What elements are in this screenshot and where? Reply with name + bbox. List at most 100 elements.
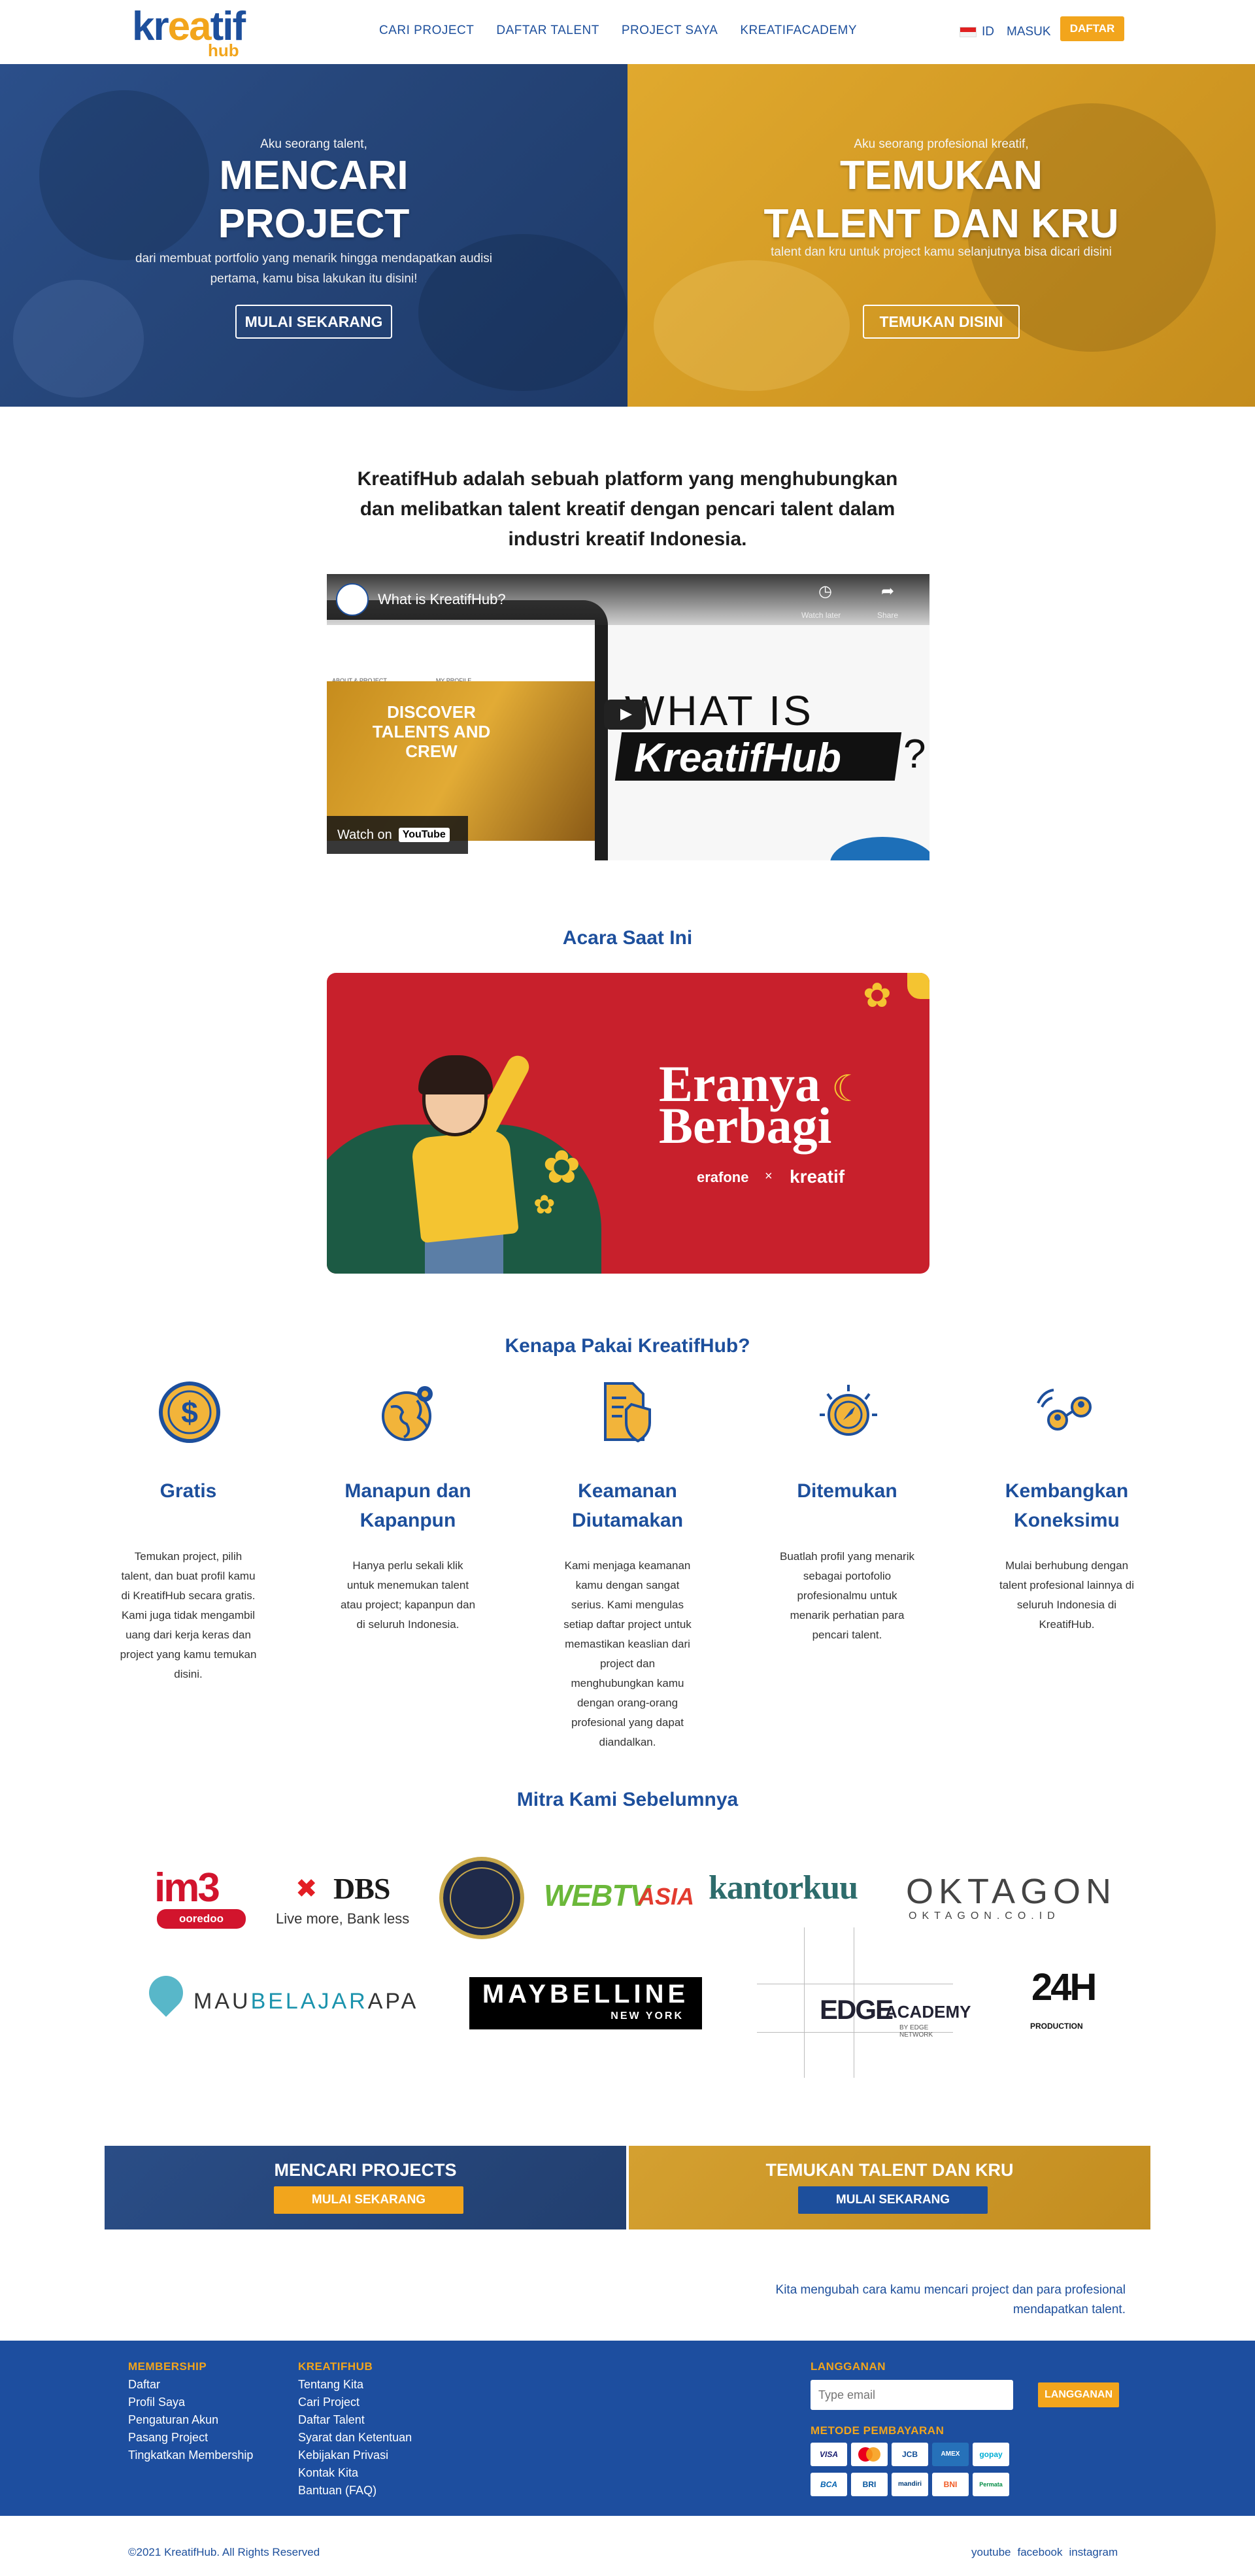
kreatifhub-logo[interactable]: kreatif hub xyxy=(131,5,246,59)
nav-cari-project[interactable]: CARI PROJECT xyxy=(379,24,474,38)
tagline: Kita mengubah cara kamu mencari project … xyxy=(775,2283,1126,2316)
footer-link-profil-saya[interactable]: Profil Saya xyxy=(128,2394,253,2411)
visa-icon: VISA xyxy=(811,2443,847,2466)
hero-right-pre: Aku seorang profesional kreatif, xyxy=(854,137,1029,151)
footer-link-daftar-talent[interactable]: Daftar Talent xyxy=(298,2411,412,2429)
hero-left-desc: dari membuat portfolio yang menarik hing… xyxy=(135,252,493,286)
events-heading: Acara Saat Ini xyxy=(562,927,693,949)
secure-document-icon xyxy=(604,1382,651,1443)
play-icon[interactable] xyxy=(604,700,646,730)
youtube-link[interactable]: youtube xyxy=(971,2546,1011,2559)
partner-logo-dbs: DBS xyxy=(333,1872,390,1905)
start-now-button[interactable]: MULAI SEKARANG xyxy=(235,305,392,339)
location-pin-icon xyxy=(142,1969,190,2017)
decorative-shape xyxy=(907,973,929,999)
cta-find-talent: TEMUKAN TALENT DAN KRU MULAI SEKARANG xyxy=(629,2146,1150,2229)
why-heading: Kenapa Pakai KreatifHub? xyxy=(505,1335,750,1357)
video-brand: KreatifHub xyxy=(634,736,841,781)
hero: Aku seorang talent, MENCARI PROJECT dari… xyxy=(0,64,1255,407)
footer-link-kontak-kita[interactable]: Kontak Kita xyxy=(298,2464,412,2482)
partner-logo-oktagon: OKTAGON xyxy=(906,1872,1117,1911)
language-switcher[interactable]: ID xyxy=(960,25,994,39)
feature-title: Keamanan Diutamakan xyxy=(571,1480,684,1531)
footer-link-pengaturan-akun[interactable]: Pengaturan Akun xyxy=(128,2411,253,2429)
subscribe-button[interactable]: LANGGANAN xyxy=(1038,2382,1119,2407)
footer-link-syarat[interactable]: Syarat dan Ketentuan xyxy=(298,2429,412,2447)
youtube-logo-icon: YouTube xyxy=(398,828,450,842)
partner-logo-im3: im3 xyxy=(154,1865,220,1910)
social-links: youtube facebook instagram xyxy=(971,2546,1118,2559)
flower-icon: ✿ xyxy=(863,977,892,1015)
footer-link-tingkatkan-membership[interactable]: Tingkatkan Membership xyxy=(128,2447,253,2464)
facebook-link[interactable]: facebook xyxy=(1018,2546,1063,2559)
cta-find-projects: MENCARI PROJECTS MULAI SEKARANG xyxy=(105,2146,626,2229)
share-label[interactable]: Share xyxy=(877,611,898,620)
partner-logo-24h: 24H xyxy=(1031,1966,1097,2008)
hero-talent-panel: Aku seorang talent, MENCARI PROJECT dari… xyxy=(0,64,628,407)
feature-desc: Kami menjaga keamanan kamu dengan sangat… xyxy=(563,1559,692,1748)
network-icon xyxy=(1037,1389,1092,1431)
youtube-video-embed[interactable]: ABOUT & PROJECT MY PROFILE DISCOVER TALE… xyxy=(327,574,929,860)
email-field[interactable] xyxy=(811,2380,1013,2410)
footer-link-pasang-project[interactable]: Pasang Project xyxy=(128,2429,253,2447)
bca-icon: BCA xyxy=(811,2473,847,2496)
illustration-body xyxy=(410,1128,519,1244)
feature-title: Ditemukan xyxy=(797,1480,897,1502)
share-icon[interactable]: ➦ xyxy=(881,582,894,601)
feature-desc: Buatlah profil yang menarik sebagai port… xyxy=(779,1550,914,1641)
footer-link-bantuan[interactable]: Bantuan (FAQ) xyxy=(298,2482,412,2500)
video-title[interactable]: What is KreatifHub? xyxy=(378,591,506,608)
mastercard-icon xyxy=(851,2443,888,2466)
compass-icon xyxy=(820,1385,877,1436)
feature-desc: Temukan project, pilih talent, dan buat … xyxy=(120,1550,257,1680)
partner-logo-maybelline: MAYBELLINE NEW YORK xyxy=(469,1977,702,2029)
nav-kreatifacademy[interactable]: KREATIFACADEMY xyxy=(740,24,857,38)
footer-link-kebijakan-privasi[interactable]: Kebijakan Privasi xyxy=(298,2447,412,2464)
register-button[interactable]: DAFTAR xyxy=(1060,16,1124,41)
hero-photo-shape xyxy=(13,280,144,398)
hero-right-title: TEMUKAN TALENT DAN KRU xyxy=(763,153,1119,246)
cta-title: TEMUKAN TALENT DAN KRU xyxy=(765,2160,1014,2180)
watch-later-label[interactable]: Watch later xyxy=(801,611,841,620)
dbs-tagline: Live more, Bank less xyxy=(276,1910,410,1927)
nav-daftar-talent[interactable]: DAFTAR TALENT xyxy=(496,24,599,38)
mastercard-circles xyxy=(858,2447,880,2462)
footer-link-tentang-kita[interactable]: Tentang Kita xyxy=(298,2376,412,2394)
feature-desc: Mulai berhubung dengan talent profesiona… xyxy=(999,1559,1135,1631)
feature-desc: Hanya perlu sekali klik untuk menemukan … xyxy=(340,1559,476,1631)
cta-start-now-button[interactable]: MULAI SEKARANG xyxy=(274,2186,463,2214)
site-footer: MEMBERSHIP Daftar Profil Saya Pengaturan… xyxy=(0,2341,1255,2516)
bri-icon: BRI xyxy=(851,2473,888,2496)
cta-title: MENCARI PROJECTS xyxy=(274,2160,457,2180)
globe-location-icon xyxy=(382,1386,433,1441)
footer-link-cari-project[interactable]: Cari Project xyxy=(298,2394,412,2411)
cta-start-now-button[interactable]: MULAI SEKARANG xyxy=(798,2186,988,2214)
video-headline: WHAT IS xyxy=(625,687,814,734)
erafone-logo: erafone xyxy=(697,1169,749,1185)
language-label: ID xyxy=(982,25,994,39)
event-banner[interactable]: ✿ ✿ ✿ Eranya Berbagi ☾ erafone × kreatif xyxy=(327,973,929,1274)
login-link[interactable]: MASUK xyxy=(1007,25,1051,39)
indonesia-flag-icon xyxy=(960,27,977,37)
footer-link-daftar[interactable]: Daftar xyxy=(128,2376,253,2394)
crescent-moon-icon: ☾ xyxy=(831,1068,865,1109)
hero-right-desc: talent dan kru untuk project kamu selanj… xyxy=(771,245,1112,259)
footer-heading: METODE PEMBAYARAN xyxy=(811,2424,945,2437)
gopay-icon: gopay xyxy=(973,2443,1009,2466)
channel-avatar-icon[interactable] xyxy=(336,583,369,616)
find-here-button[interactable]: TEMUKAN DISINI xyxy=(863,305,1020,339)
svg-text:$: $ xyxy=(181,1395,198,1429)
instagram-link[interactable]: instagram xyxy=(1069,2546,1118,2559)
decorative-shape xyxy=(830,837,929,860)
partner-logo-ooredoo: ooredoo xyxy=(157,1909,246,1929)
footer-heading: KREATIFHUB xyxy=(298,2360,373,2373)
watch-on-youtube-button[interactable]: Watch on YouTube xyxy=(327,816,468,854)
about-text: KreatifHub adalah sebuah platform yang m… xyxy=(357,468,898,550)
illustration-hair xyxy=(418,1055,493,1094)
partner-logo-edge-academy: EDGE ACADEMY BY EDGE NETWORK xyxy=(757,1927,971,2078)
event-title: Eranya Berbagi xyxy=(659,1055,832,1154)
hero-left-title: MENCARI PROJECT xyxy=(218,153,410,246)
dollar-coin-icon: $ xyxy=(159,1381,220,1443)
nav-project-saya[interactable]: PROJECT SAYA xyxy=(622,24,718,38)
clock-icon[interactable]: ◷ xyxy=(818,582,832,601)
